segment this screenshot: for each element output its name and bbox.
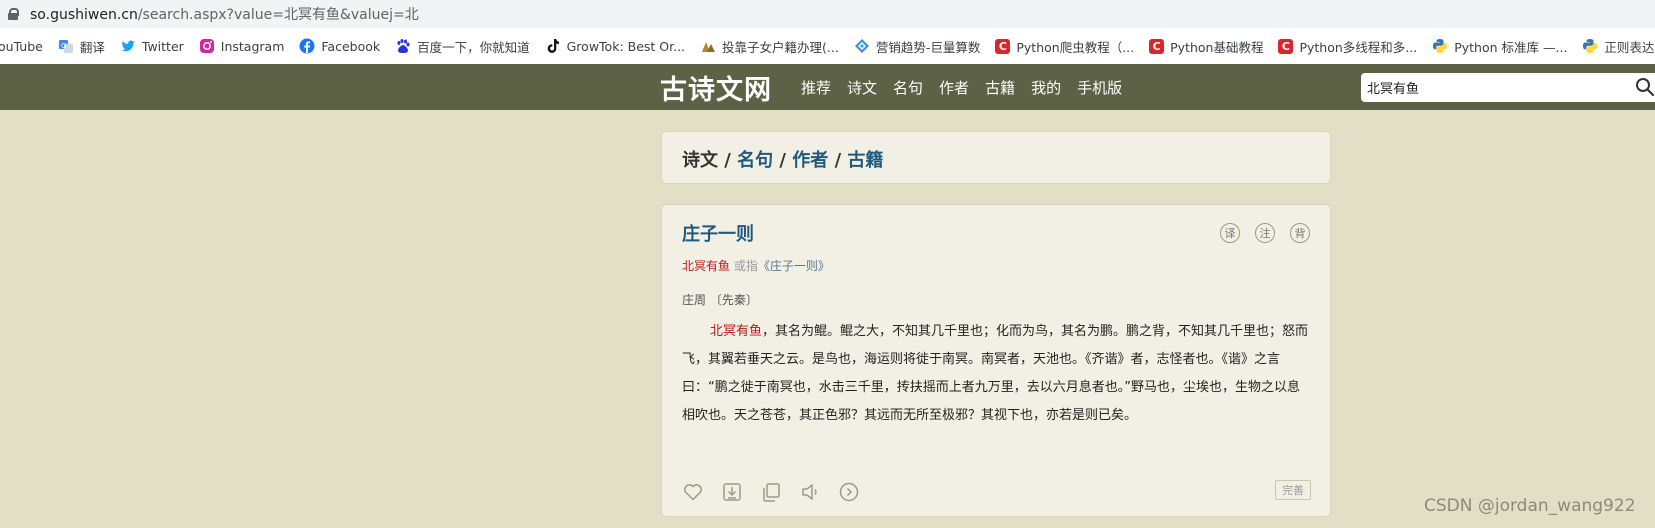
- tab-guji[interactable]: 古籍: [847, 150, 883, 171]
- copy-icon[interactable]: [760, 481, 782, 503]
- bookmarks-bar: ouTube G 翻译 Twitter Instagram Facebook 百…: [0, 28, 1655, 65]
- bookmark-hukou[interactable]: 投靠子女户籍办理(...: [700, 37, 839, 56]
- url-text[interactable]: so.gushiwen.cn/search.aspx?value=北冥有鱼&va…: [30, 4, 419, 24]
- author-line[interactable]: 庄周 〔先秦〕: [682, 291, 758, 308]
- ref-middle: 或指: [730, 259, 758, 273]
- tab-separator: /: [834, 150, 842, 171]
- site-header: 古诗文网 推荐 诗文 名句 作者 古籍 我的 手机版: [0, 64, 1655, 110]
- url-host: so.gushiwen.cn: [30, 7, 138, 23]
- csdn-icon: C: [1149, 38, 1165, 54]
- search-icon[interactable]: [1635, 77, 1655, 97]
- bookmark-label: Python爬虫教程（...: [1016, 39, 1135, 55]
- result-card: 庄子一则 译 注 背 北冥有鱼 或指《庄子一则》 庄周 〔先秦〕 北冥有鱼，其名…: [661, 204, 1331, 517]
- csdn-icon: C: [1278, 38, 1294, 54]
- tiktok-icon: [545, 38, 561, 54]
- bookmark-icon: [854, 38, 870, 54]
- body-keyword: 北冥有鱼: [710, 324, 763, 339]
- poem-title[interactable]: 庄子一则: [682, 220, 754, 246]
- bookmark-label: Instagram: [220, 38, 285, 54]
- menu-item-guji[interactable]: 古籍: [985, 77, 1015, 98]
- recite-button[interactable]: 背: [1290, 223, 1310, 243]
- tab-separator: /: [724, 150, 731, 171]
- bookmark-baidu[interactable]: 百度一下，你就知道: [395, 37, 530, 56]
- twitter-icon: [120, 38, 136, 54]
- lock-icon[interactable]: [8, 8, 19, 20]
- heart-icon[interactable]: [682, 481, 704, 503]
- watermark: CSDN @jordan_wang922: [1424, 496, 1636, 516]
- menu-item-tuijian[interactable]: 推荐: [801, 77, 831, 98]
- svg-text:G: G: [61, 42, 66, 50]
- instagram-icon: [199, 38, 215, 54]
- bookmark-label: Python基础教程: [1170, 39, 1264, 55]
- bookmark-label: Twitter: [141, 38, 184, 54]
- ref-keyword[interactable]: 北冥有鱼: [682, 259, 730, 273]
- bookmark-label: Python 标准库 —...: [1454, 39, 1568, 55]
- site-logo[interactable]: 古诗文网: [660, 68, 772, 107]
- bookmark-label: Facebook: [321, 38, 381, 54]
- bookmark-python-spider[interactable]: C Python爬虫教程（...: [995, 37, 1134, 56]
- bookmark-growtok[interactable]: GrowTok: Best Or...: [545, 38, 685, 54]
- bookmark-python-stdlib[interactable]: Python 标准库 —...: [1432, 37, 1567, 56]
- bookmark-youtube[interactable]: ouTube: [0, 39, 43, 54]
- bookmark-label: Python多线程和多...: [1299, 39, 1418, 55]
- bookmark-label: 翻译: [79, 39, 105, 55]
- poem-body: 北冥有鱼，其名为鲲。鲲之大，不知其几千里也；化而为鸟，其名为鹏。鹏之背，不知其几…: [682, 318, 1310, 430]
- tab-separator: /: [779, 150, 786, 171]
- card-actions: 译 注 背: [1205, 223, 1310, 243]
- bookmark-python-thread[interactable]: C Python多线程和多...: [1278, 37, 1417, 56]
- menu-item-mingju[interactable]: 名句: [893, 77, 923, 98]
- python-icon: [1582, 38, 1598, 54]
- bookmark-facebook[interactable]: Facebook: [299, 38, 380, 54]
- menu-item-shiwen[interactable]: 诗文: [847, 77, 877, 98]
- bookmark-python-basic[interactable]: C Python基础教程: [1149, 37, 1263, 56]
- bookmark-twitter[interactable]: Twitter: [120, 38, 184, 54]
- speaker-icon[interactable]: [799, 481, 821, 503]
- download-icon[interactable]: [721, 481, 743, 503]
- translate-button[interactable]: 译: [1220, 223, 1240, 243]
- python-icon: [1432, 38, 1448, 54]
- tab-line: 诗文 / 名句 / 作者 / 古籍: [682, 146, 883, 172]
- bookmark-label: 投靠子女户籍办理(...: [722, 39, 839, 55]
- bookmark-label: 正则表达式H: [1604, 39, 1655, 55]
- menu-item-zuozhe[interactable]: 作者: [939, 77, 969, 98]
- translate-icon: G: [58, 38, 74, 54]
- bookmark-label: 百度一下，你就知道: [417, 39, 530, 55]
- complete-button[interactable]: 完善: [1275, 480, 1311, 500]
- csdn-icon: C: [995, 38, 1011, 54]
- body-text: ，其名为鲲。鲲之大，不知其几千里也；化而为鸟，其名为鹏。鹏之背，不知其几千里也；…: [682, 324, 1309, 423]
- card-toolbar: [682, 481, 877, 503]
- main-menu: 推荐 诗文 名句 作者 古籍 我的 手机版: [801, 77, 1138, 98]
- search-input[interactable]: [1367, 77, 1617, 97]
- baidu-icon: [395, 38, 411, 54]
- more-icon[interactable]: [838, 481, 860, 503]
- category-tabs: 诗文 / 名句 / 作者 / 古籍: [661, 131, 1331, 184]
- search-box: [1361, 73, 1655, 102]
- ref-book-link[interactable]: 《庄子一则》: [758, 259, 830, 273]
- bookmark-instagram[interactable]: Instagram: [199, 38, 285, 54]
- bookmark-juliang[interactable]: 营销趋势-巨量算数: [854, 37, 981, 56]
- annotate-button[interactable]: 注: [1255, 223, 1275, 243]
- tab-shiwen[interactable]: 诗文: [682, 150, 718, 171]
- bookmark-label: ouTube: [0, 38, 43, 54]
- menu-item-mobile[interactable]: 手机版: [1077, 77, 1122, 98]
- tab-zuozhe[interactable]: 作者: [792, 150, 828, 171]
- bookmark-translate[interactable]: G 翻译: [58, 37, 105, 56]
- reference-line: 北冥有鱼 或指《庄子一则》: [682, 257, 830, 274]
- url-path: /search.aspx?value=北冥有鱼&valuej=北: [137, 7, 419, 23]
- menu-item-wode[interactable]: 我的: [1031, 77, 1061, 98]
- bookmark-label: GrowTok: Best Or...: [566, 38, 686, 54]
- address-bar[interactable]: so.gushiwen.cn/search.aspx?value=北冥有鱼&va…: [0, 0, 1655, 28]
- facebook-icon: [299, 38, 315, 54]
- bookmark-icon: [700, 38, 716, 54]
- bookmark-regex[interactable]: 正则表达式H: [1582, 37, 1655, 56]
- bookmark-label: 营销趋势-巨量算数: [875, 39, 981, 55]
- tab-mingju[interactable]: 名句: [737, 150, 773, 171]
